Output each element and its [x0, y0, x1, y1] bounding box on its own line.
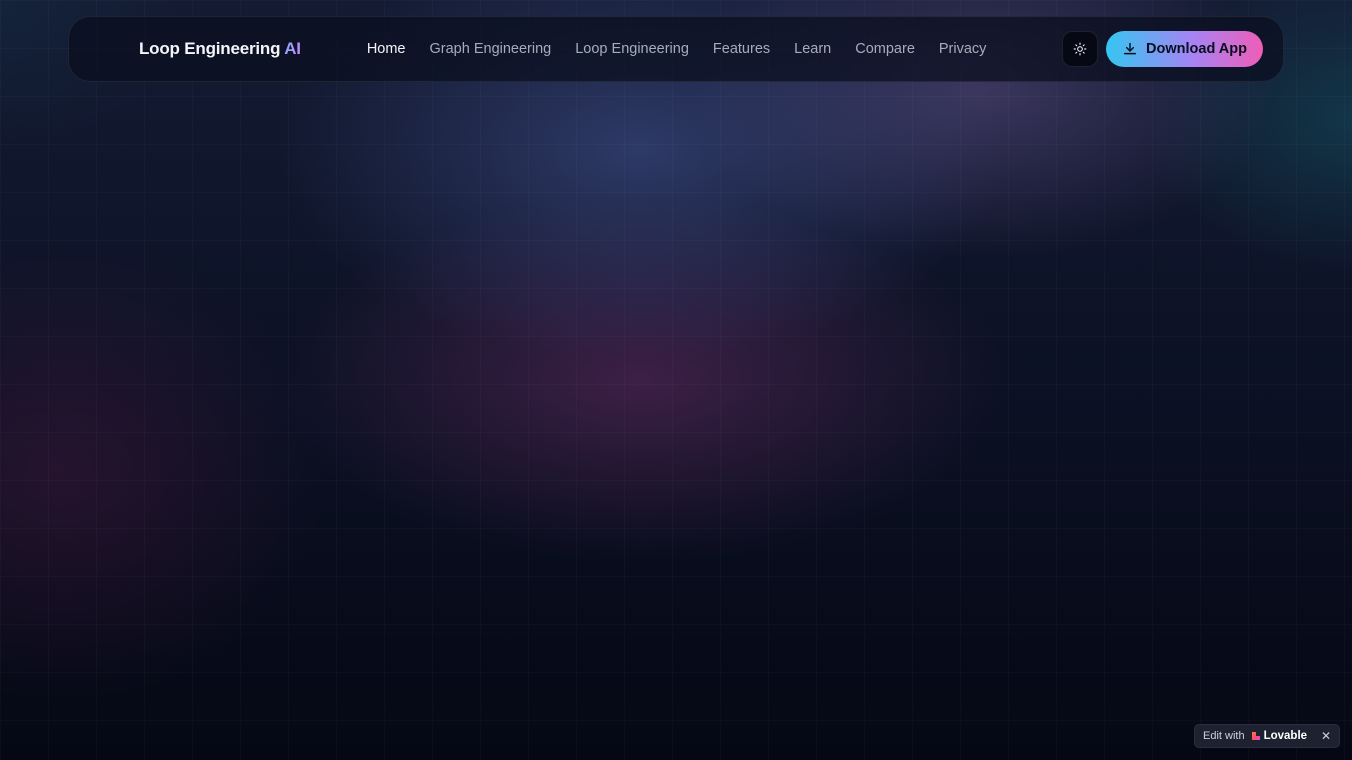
nav-actions: Download App	[1062, 31, 1263, 67]
nav-features[interactable]: Features	[713, 41, 770, 57]
logo-accent: AI	[284, 39, 301, 58]
nav-loop-engineering[interactable]: Loop Engineering	[575, 41, 689, 57]
badge-prefix: Edit with	[1203, 730, 1245, 742]
lovable-heart-icon	[1251, 732, 1260, 740]
download-icon	[1123, 42, 1137, 55]
edit-with-lovable-badge[interactable]: Edit with Lovable ✕	[1194, 724, 1340, 748]
logo-text: Loop Engineering	[139, 39, 281, 58]
nav-privacy[interactable]: Privacy	[939, 41, 987, 57]
close-icon[interactable]: ✕	[1321, 730, 1331, 742]
download-app-label: Download App	[1146, 41, 1247, 57]
sun-icon	[1073, 42, 1087, 56]
background-grid	[0, 0, 1352, 760]
lovable-brand: Lovable	[1251, 730, 1307, 742]
main-nav: Home Graph Engineering Loop Engineering …	[367, 41, 987, 57]
theme-toggle-button[interactable]	[1062, 31, 1099, 67]
download-app-button[interactable]: Download App	[1106, 31, 1263, 67]
lovable-label: Lovable	[1263, 730, 1308, 742]
top-navbar: Loop Engineering AI Home Graph Engineeri…	[68, 16, 1284, 82]
nav-learn[interactable]: Learn	[794, 41, 831, 57]
nav-graph-engineering[interactable]: Graph Engineering	[430, 41, 552, 57]
nav-compare[interactable]: Compare	[855, 41, 915, 57]
nav-home[interactable]: Home	[367, 41, 406, 57]
site-logo[interactable]: Loop Engineering AI	[139, 39, 301, 59]
